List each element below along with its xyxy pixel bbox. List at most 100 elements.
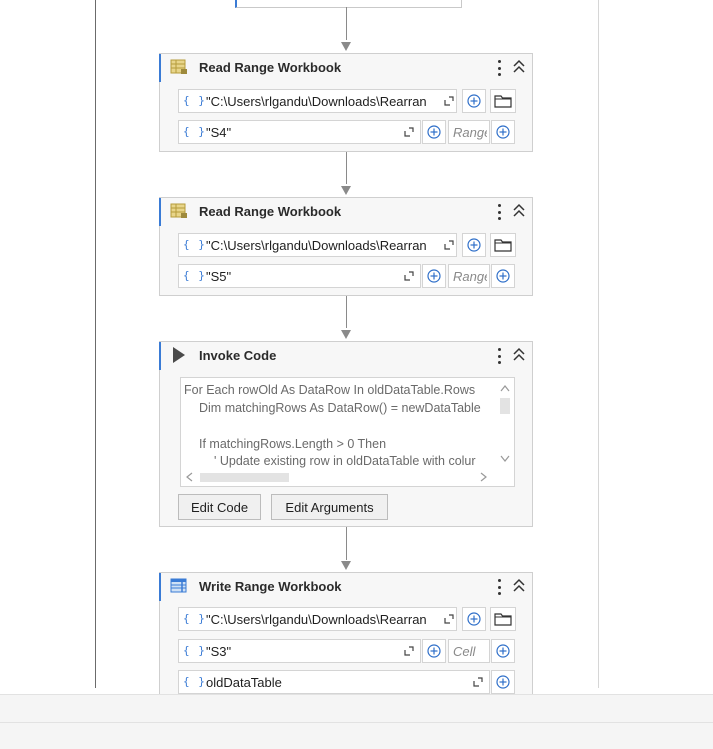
sheet-name-value: "S5"	[206, 269, 232, 284]
excel-read-range-icon	[170, 203, 187, 218]
previous-activity-stub[interactable]	[235, 0, 462, 8]
scroll-down-icon[interactable]	[500, 455, 510, 463]
horizontal-scrollbar[interactable]	[181, 469, 514, 486]
connector-line	[346, 296, 347, 328]
workbook-path-field[interactable]: { } "C:\Users\rlgandu\Downloads\Rearran	[178, 607, 457, 631]
add-variable-icon[interactable]	[491, 120, 515, 144]
add-variable-icon[interactable]	[491, 639, 515, 663]
add-variable-icon[interactable]	[422, 264, 446, 288]
add-variable-icon[interactable]	[422, 120, 446, 144]
scroll-up-icon[interactable]	[500, 384, 510, 392]
collapse-icon[interactable]	[512, 202, 526, 220]
add-variable-icon[interactable]	[462, 607, 486, 631]
datatable-row: { } oldDataTable	[178, 670, 516, 694]
add-variable-icon[interactable]	[491, 670, 515, 694]
collapse-icon[interactable]	[512, 58, 526, 76]
workflow-canvas: Read Range Workbook { } "C:\Users\rlgand…	[0, 0, 713, 694]
collapse-icon[interactable]	[512, 346, 526, 364]
connector-line	[346, 7, 347, 40]
scroll-right-icon[interactable]	[480, 472, 488, 482]
range-field[interactable]: Range	[448, 264, 490, 288]
range-placeholder: Range	[453, 269, 487, 284]
activity-title: Read Range Workbook	[199, 204, 342, 219]
add-variable-icon[interactable]	[462, 89, 486, 113]
activity-header[interactable]: Invoke Code	[159, 342, 532, 370]
browse-folder-icon[interactable]	[490, 89, 516, 113]
expression-braces-icon: { }	[183, 675, 206, 688]
connector-line	[346, 527, 347, 560]
sheet-name-field[interactable]: { } "S3"	[178, 639, 421, 663]
activity-title: Read Range Workbook	[199, 60, 342, 75]
activity-read-range-workbook-2[interactable]: Read Range Workbook { } "C:\Users\rlgand…	[159, 197, 533, 296]
browse-folder-icon[interactable]	[490, 233, 516, 257]
expression-braces-icon: { }	[183, 125, 206, 138]
activity-title: Write Range Workbook	[199, 579, 342, 594]
activity-title: Invoke Code	[199, 348, 277, 363]
expand-editor-icon[interactable]	[444, 96, 454, 106]
expand-editor-icon[interactable]	[404, 646, 414, 656]
more-options-icon[interactable]	[494, 577, 504, 597]
sheet-cell-row: { } "S3" Cell	[178, 639, 516, 663]
sheet-range-row: { } "S4" Range	[178, 120, 516, 144]
expand-editor-icon[interactable]	[444, 240, 454, 250]
collapse-icon[interactable]	[512, 577, 526, 595]
datatable-field[interactable]: { } oldDataTable	[178, 670, 490, 694]
sheet-range-row: { } "S5" Range	[178, 264, 516, 288]
add-variable-icon[interactable]	[462, 233, 486, 257]
expression-braces-icon: { }	[183, 644, 206, 657]
code-line: For Each rowOld As DataRow In oldDataTab…	[184, 383, 476, 397]
datatable-value: oldDataTable	[206, 675, 282, 690]
code-line: If matchingRows.Length > 0 Then	[199, 437, 387, 451]
workbook-path-value: "C:\Users\rlgandu\Downloads\Rearran	[206, 94, 427, 109]
browse-folder-icon[interactable]	[490, 607, 516, 631]
expand-editor-icon[interactable]	[444, 614, 454, 624]
activity-header[interactable]: Read Range Workbook	[159, 54, 532, 82]
edit-arguments-button[interactable]: Edit Arguments	[271, 494, 388, 520]
activity-header[interactable]: Write Range Workbook	[159, 573, 532, 601]
expand-editor-icon[interactable]	[404, 127, 414, 137]
workbook-path-field[interactable]: { } "C:\Users\rlgandu\Downloads\Rearran	[178, 233, 457, 257]
add-variable-icon[interactable]	[422, 639, 446, 663]
add-variable-icon[interactable]	[491, 264, 515, 288]
expand-editor-icon[interactable]	[404, 271, 414, 281]
sheet-name-field[interactable]: { } "S5"	[178, 264, 421, 288]
activity-header[interactable]: Read Range Workbook	[159, 198, 532, 226]
range-placeholder: Range	[453, 125, 487, 140]
vertical-scrollbar-thumb[interactable]	[500, 398, 510, 414]
workbook-path-field[interactable]: { } "C:\Users\rlgandu\Downloads\Rearran	[178, 89, 457, 113]
workbook-path-row: { } "C:\Users\rlgandu\Downloads\Rearran	[178, 607, 516, 631]
connector-arrow-icon	[341, 186, 351, 195]
edit-code-button[interactable]: Edit Code	[178, 494, 261, 520]
expression-braces-icon: { }	[183, 94, 206, 107]
play-triangle-icon	[173, 347, 185, 363]
connector-arrow-icon	[341, 561, 351, 570]
activity-invoke-code[interactable]: Invoke Code For Each rowOld As DataRow I…	[159, 341, 533, 527]
code-editor[interactable]: For Each rowOld As DataRow In oldDataTab…	[180, 377, 515, 487]
sequence-border-left	[95, 0, 96, 688]
excel-read-range-icon	[170, 59, 187, 74]
more-options-icon[interactable]	[494, 346, 504, 366]
excel-write-range-icon	[170, 578, 187, 593]
connector-arrow-icon	[341, 330, 351, 339]
horizontal-scrollbar-thumb[interactable]	[200, 473, 289, 482]
connector-arrow-icon	[341, 42, 351, 51]
more-options-icon[interactable]	[494, 58, 504, 78]
expression-braces-icon: { }	[183, 269, 206, 282]
activity-write-range-workbook[interactable]: Write Range Workbook { } "C:\Users\rlgan…	[159, 572, 533, 694]
sheet-name-value: "S4"	[206, 125, 232, 140]
expression-braces-icon: { }	[183, 612, 206, 625]
workbook-path-row: { } "C:\Users\rlgandu\Downloads\Rearran	[178, 233, 516, 257]
activity-read-range-workbook-1[interactable]: Read Range Workbook { } "C:\Users\rlgand…	[159, 53, 533, 152]
sheet-name-value: "S3"	[206, 644, 232, 659]
connector-line	[346, 152, 347, 184]
workbook-path-row: { } "C:\Users\rlgandu\Downloads\Rearran	[178, 89, 516, 113]
scroll-left-icon[interactable]	[185, 472, 193, 482]
workbook-path-value: "C:\Users\rlgandu\Downloads\Rearran	[206, 612, 427, 627]
expression-braces-icon: { }	[183, 238, 206, 251]
more-options-icon[interactable]	[494, 202, 504, 222]
range-field[interactable]: Range	[448, 120, 490, 144]
bottom-panel	[0, 694, 713, 749]
cell-field[interactable]: Cell	[448, 639, 490, 663]
sheet-name-field[interactable]: { } "S4"	[178, 120, 421, 144]
expand-editor-icon[interactable]	[473, 677, 483, 687]
